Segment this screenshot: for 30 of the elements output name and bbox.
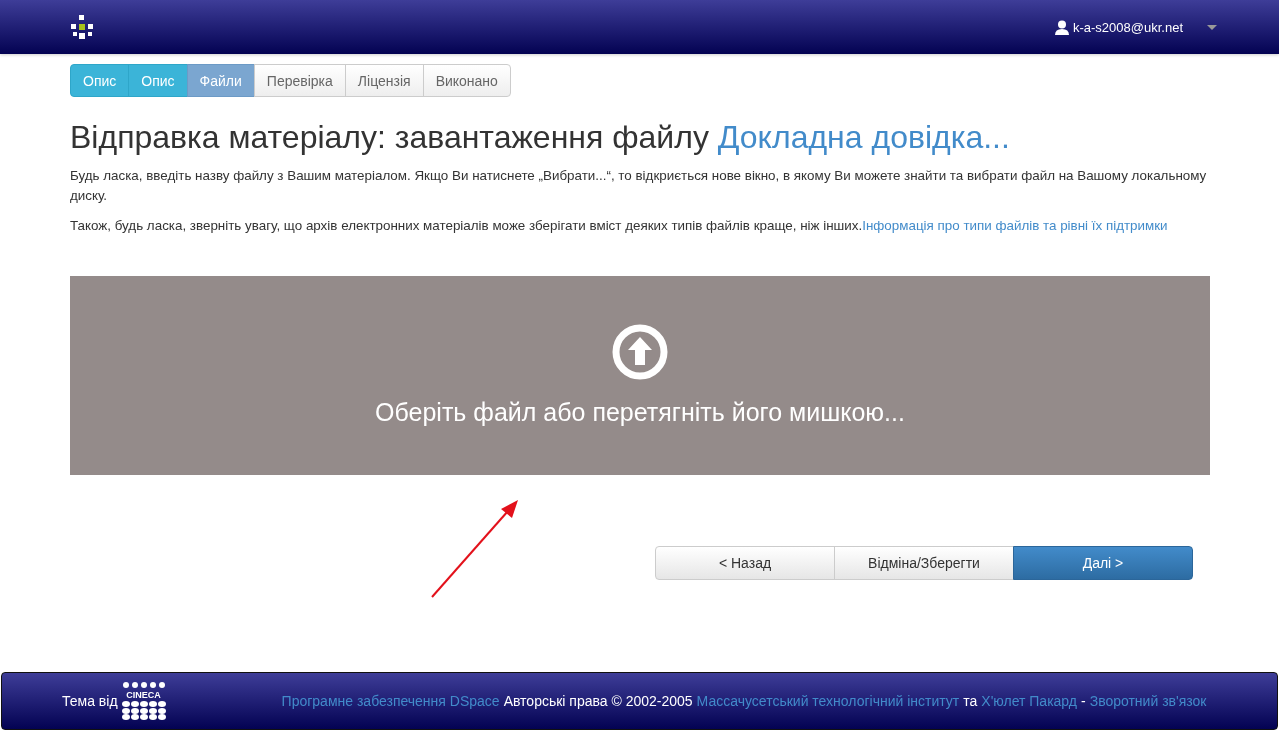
caret-icon[interactable] xyxy=(1207,24,1217,30)
progress-step-tab[interactable]: Виконано xyxy=(422,64,511,97)
file-types-link[interactable]: Інформація про типи файлів та рівні їх підтримки xyxy=(862,218,1168,233)
progress-step-tab[interactable]: Опис xyxy=(70,64,130,97)
instruction-text: Також, будь ласка, зверніть увагу, що архів електронних матеріалів може зберігати вміст деяких типів файлів краще, ніж інших.Інформація про типи файлів та рівні їх підтримки xyxy=(70,217,1169,235)
footer-text: - xyxy=(1081,693,1086,709)
footer-link[interactable]: Зворотний зв'язок xyxy=(1089,693,1207,709)
wizard-button[interactable]: Далі > xyxy=(1013,546,1193,580)
footer-link[interactable]: Массачусетський технологічний інститут xyxy=(696,693,960,709)
dropzone-label: Оберіть файл або перетягніть його мишкою... xyxy=(375,398,905,427)
cineca-logo[interactable]: CINECA xyxy=(121,682,166,720)
file-dropzone[interactable]: Оберіть файл або перетягніть його мишкою... xyxy=(70,276,1210,475)
user-icon xyxy=(1054,19,1069,35)
progress-step-tab[interactable]: Файли xyxy=(186,64,255,97)
instruction-text: Будь ласка, введіть назву файлу з Вашим матеріалом. Якщо Ви натиснете „Вибрати...“, то відкриється нове вікно, в якому Ви можете знайти та вибрати файл на Вашому локальному диску. xyxy=(70,167,1208,205)
progress-step-tab[interactable]: Опис xyxy=(128,64,188,97)
user-email[interactable]: k-a-s2008@ukr.net xyxy=(1072,19,1183,35)
dots-logo-icon[interactable] xyxy=(70,15,94,39)
wizard-button[interactable]: < Назад xyxy=(655,546,835,580)
footer-text: та xyxy=(963,693,978,709)
footer-text: Авторські права © 2002-2005 xyxy=(503,693,693,709)
footer-link[interactable]: Х'юлет Пакард xyxy=(981,693,1077,709)
upload-icon xyxy=(612,324,668,380)
theme-credit: Тема від xyxy=(62,693,118,709)
page-title: Відправка матеріалу: завантаження файлу xyxy=(70,119,709,155)
progress-step-tab[interactable]: Перевірка xyxy=(253,64,346,97)
wizard-button[interactable]: Відміна/Зберегти xyxy=(834,546,1014,580)
footer-link[interactable]: Програмне забезпечення DSpace xyxy=(281,693,500,709)
help-link[interactable]: Докладна довідка... xyxy=(717,119,1010,155)
progress-step-tab[interactable]: Ліцензія xyxy=(344,64,424,97)
